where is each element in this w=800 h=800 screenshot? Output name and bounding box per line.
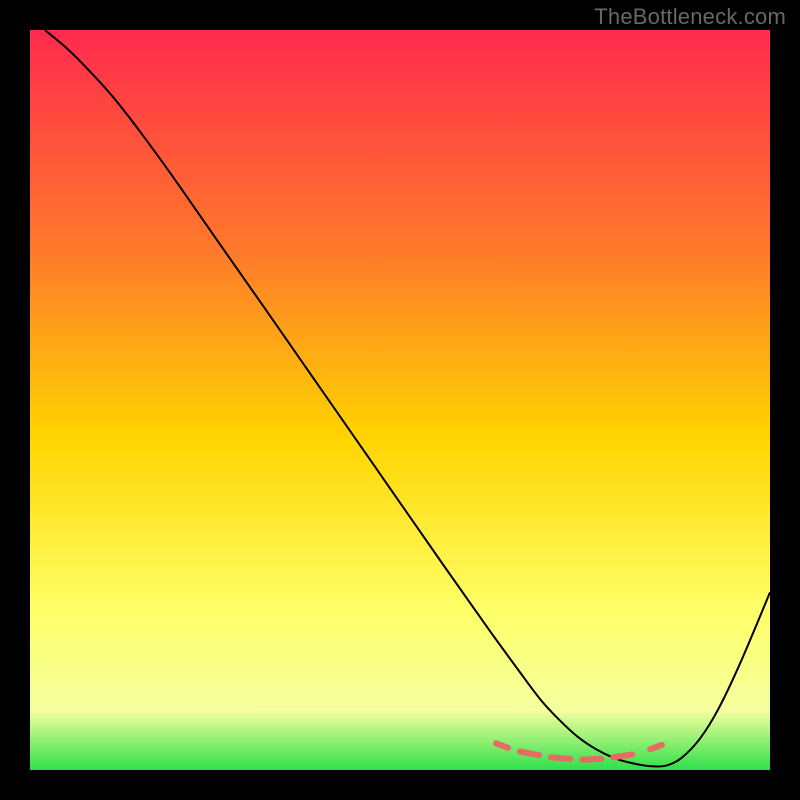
gradient-background bbox=[30, 30, 770, 770]
marker-segment bbox=[520, 752, 539, 756]
marker-segment bbox=[650, 745, 662, 749]
marker-segment bbox=[613, 754, 632, 757]
watermark-text: TheBottleneck.com bbox=[594, 4, 786, 30]
marker-segment bbox=[582, 759, 601, 760]
chart-frame: TheBottleneck.com bbox=[0, 0, 800, 800]
marker-segment bbox=[551, 757, 570, 758]
chart-svg bbox=[30, 30, 770, 770]
marker-segment bbox=[496, 743, 508, 747]
plot-area bbox=[30, 30, 770, 770]
